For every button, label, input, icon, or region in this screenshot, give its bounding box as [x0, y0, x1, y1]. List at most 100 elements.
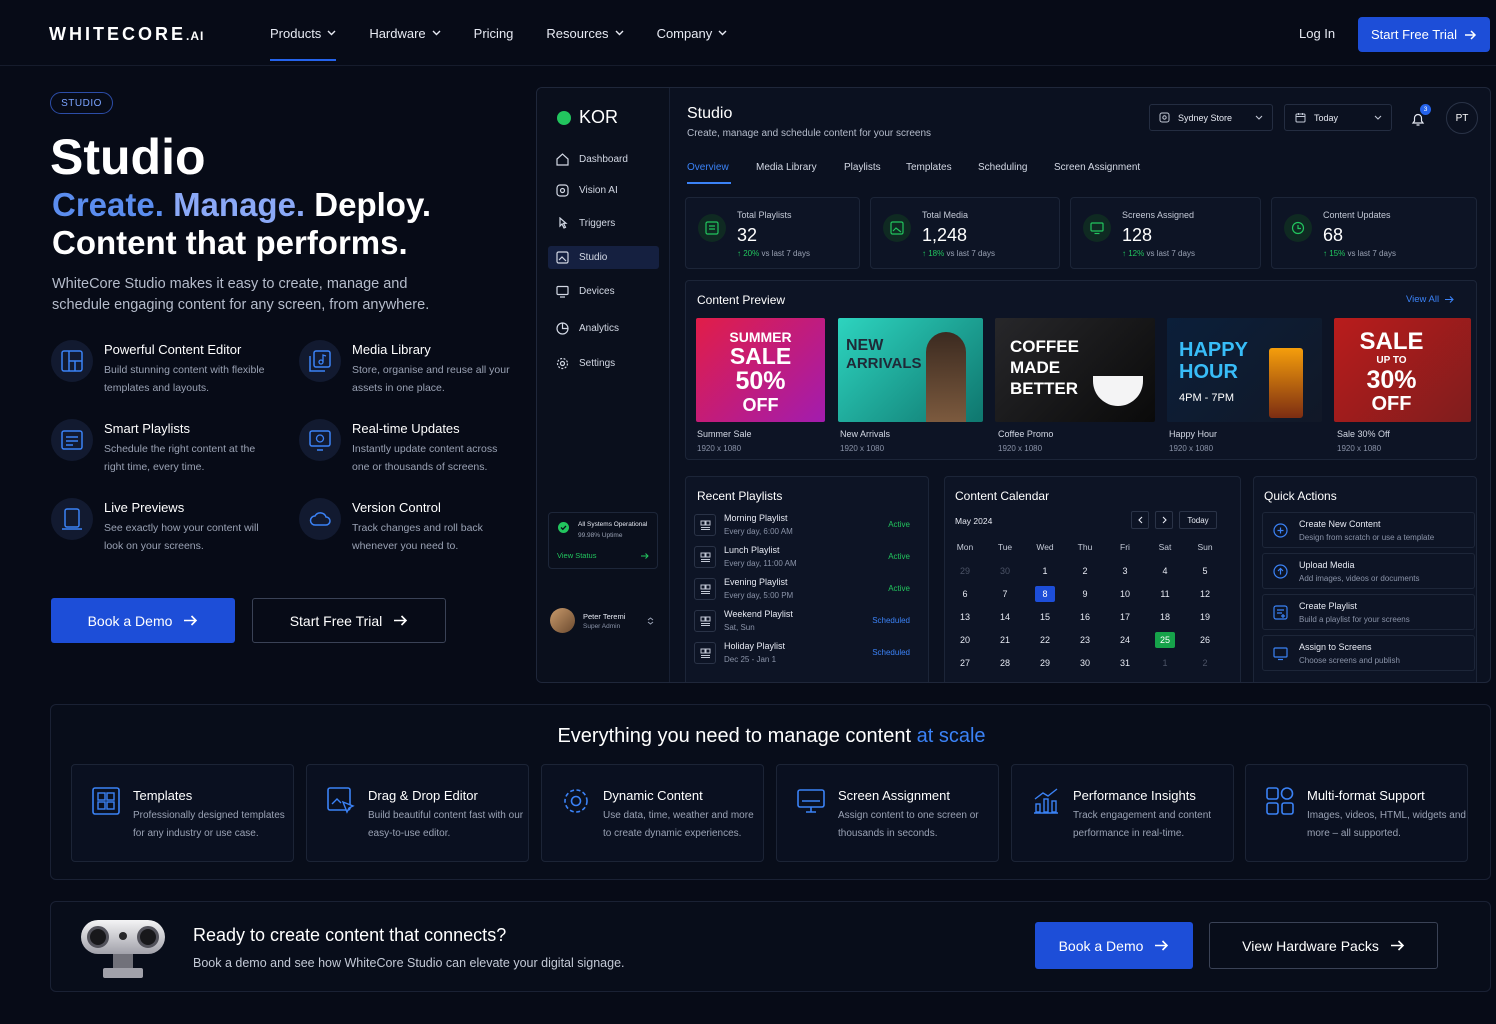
calendar-day[interactable]: 19: [1195, 609, 1215, 625]
calendar-day[interactable]: 16: [1075, 609, 1095, 625]
thumbnail-coffee-promo[interactable]: COFFEE MADE BETTER: [995, 318, 1155, 422]
calendar-month: May 2024: [955, 516, 993, 526]
tab-playlists[interactable]: Playlists: [844, 162, 881, 173]
calendar-day[interactable]: 18: [1155, 609, 1175, 625]
calendar-day[interactable]: 2: [1075, 563, 1095, 579]
user-initials-avatar[interactable]: PT: [1446, 102, 1478, 134]
calendar-icon: [1295, 113, 1306, 123]
calendar-day[interactable]: 31: [1115, 655, 1135, 671]
quick-action-upload-media[interactable]: Upload Media Add images, videos or docum…: [1262, 553, 1475, 589]
top-nav: WHITECORE.AI Products Hardware Pricing R…: [0, 0, 1496, 66]
tab-screen-assignment[interactable]: Screen Assignment: [1054, 162, 1140, 173]
chevron-expand-icon: [648, 616, 654, 625]
hero-title: Studio: [50, 129, 206, 185]
sidebar-item-vision-ai[interactable]: Vision AI: [548, 179, 659, 202]
feature-card-templates: Templates Professionally designed templa…: [71, 764, 294, 862]
feature-card-performance: Performance Insights Track engagement an…: [1011, 764, 1234, 862]
calendar-day[interactable]: 29: [1035, 655, 1055, 671]
notifications-button[interactable]: 3: [1402, 104, 1433, 135]
tab-media-library[interactable]: Media Library: [756, 162, 817, 173]
kor-logo-icon: [557, 110, 571, 125]
quick-action-create-content[interactable]: Create New Content Design from scratch o…: [1262, 512, 1475, 548]
calendar-day[interactable]: 20: [955, 632, 975, 648]
calendar-day[interactable]: 8: [1035, 586, 1055, 602]
sidebar-item-dashboard[interactable]: Dashboard: [548, 148, 659, 171]
calendar-day[interactable]: 1: [1035, 563, 1055, 579]
calendar-day[interactable]: 23: [1075, 632, 1095, 648]
playlist-row[interactable]: Weekend Playlist Sat, Sun Scheduled: [694, 607, 918, 635]
nav-products[interactable]: Products: [270, 0, 337, 66]
gear-icon: [564, 789, 588, 813]
view-hardware-packs-button[interactable]: View Hardware Packs: [1209, 922, 1438, 969]
calendar-day[interactable]: 1: [1155, 655, 1175, 671]
store-select[interactable]: Sydney Store: [1149, 104, 1273, 131]
calendar-day[interactable]: 12: [1195, 586, 1215, 602]
sidebar-item-triggers[interactable]: Triggers: [548, 212, 659, 235]
view-status-link[interactable]: View Status: [557, 551, 596, 560]
cta-title: Ready to create content that connects?: [193, 925, 507, 945]
calendar-day[interactable]: 24: [1115, 632, 1135, 648]
playlist-row[interactable]: Morning Playlist Every day, 6:00 AM Acti…: [694, 511, 918, 539]
book-demo-button[interactable]: Book a Demo: [51, 598, 235, 643]
calendar-day[interactable]: 29: [955, 563, 975, 579]
calendar-day[interactable]: 4: [1155, 563, 1175, 579]
calendar-day[interactable]: 22: [1035, 632, 1055, 648]
calendar-day[interactable]: 14: [995, 609, 1015, 625]
calendar-day[interactable]: 2: [1195, 655, 1215, 671]
calendar-day[interactable]: 11: [1155, 586, 1175, 602]
playlist-row[interactable]: Holiday Playlist Dec 25 - Jan 1 Schedule…: [694, 639, 918, 667]
quick-action-assign-screens[interactable]: Assign to Screens Choose screens and pub…: [1262, 635, 1475, 671]
cta-book-demo-button[interactable]: Book a Demo: [1035, 922, 1193, 969]
system-status-card: All Systems Operational 99.98% Uptime Vi…: [548, 512, 658, 569]
feature-card-drag-drop: Drag & Drop Editor Build beautiful conte…: [306, 764, 529, 862]
multi-format-icon: [1266, 787, 1294, 815]
quick-action-create-playlist[interactable]: Create Playlist Build a playlist for you…: [1262, 594, 1475, 630]
calendar-day[interactable]: 26: [1195, 632, 1215, 648]
calendar-day[interactable]: 27: [955, 655, 975, 671]
calendar-day[interactable]: 21: [995, 632, 1015, 648]
nav-pricing[interactable]: Pricing: [474, 0, 514, 66]
thumbnail-happy-hour[interactable]: HAPPY HOUR 4PM - 7PM: [1167, 318, 1322, 422]
logo[interactable]: WHITECORE.AI: [49, 24, 204, 45]
nav-hardware[interactable]: Hardware: [369, 0, 441, 66]
playlist-row[interactable]: Lunch Playlist Every day, 11:00 AM Activ…: [694, 543, 918, 571]
tab-templates[interactable]: Templates: [906, 162, 952, 173]
calendar-today-button[interactable]: Today: [1179, 511, 1217, 529]
thumbnail-sale-30[interactable]: SALE UP TO 30% OFF: [1334, 318, 1471, 422]
calendar-day[interactable]: 3: [1115, 563, 1135, 579]
calendar-day[interactable]: 6: [955, 586, 975, 602]
calendar-day[interactable]: 30: [995, 563, 1015, 579]
sidebar-item-studio[interactable]: Studio: [548, 246, 659, 269]
calendar-day[interactable]: 30: [1075, 655, 1095, 671]
sidebar-item-analytics[interactable]: Analytics: [548, 317, 659, 340]
sidebar-item-settings[interactable]: Settings: [548, 352, 659, 375]
calendar-day-header: Wed: [1036, 542, 1054, 552]
sidebar-item-devices[interactable]: Devices: [548, 280, 659, 303]
start-trial-button[interactable]: Start Free Trial: [1358, 17, 1490, 52]
login-link[interactable]: Log In: [1299, 26, 1335, 41]
playlist-row[interactable]: Evening Playlist Every day, 5:00 PM Acti…: [694, 575, 918, 603]
tab-scheduling[interactable]: Scheduling: [978, 162, 1027, 173]
thumbnail-summer-sale[interactable]: SUMMER SALE 50% OFF: [696, 318, 825, 422]
calendar-day[interactable]: 9: [1075, 586, 1095, 602]
start-free-trial-button[interactable]: Start Free Trial: [252, 598, 446, 643]
calendar-day[interactable]: 10: [1115, 586, 1135, 602]
thumbnail-new-arrivals[interactable]: NEW ARRIVALS: [838, 318, 983, 422]
date-select[interactable]: Today: [1284, 104, 1392, 131]
calendar-day[interactable]: 28: [995, 655, 1015, 671]
drink-glass-figure: [1269, 348, 1303, 418]
calendar-next-button[interactable]: [1155, 511, 1173, 529]
view-all-link[interactable]: View All: [1406, 294, 1454, 305]
calendar-day[interactable]: 5: [1195, 563, 1215, 579]
nav-company[interactable]: Company: [657, 0, 728, 66]
calendar-day[interactable]: 7: [995, 586, 1015, 602]
calendar-day[interactable]: 17: [1115, 609, 1135, 625]
calendar-day[interactable]: 25: [1155, 632, 1175, 648]
media-icon: [883, 214, 911, 242]
calendar-prev-button[interactable]: [1131, 511, 1149, 529]
tab-overview[interactable]: Overview: [687, 162, 729, 173]
calendar-day[interactable]: 13: [955, 609, 975, 625]
calendar-day[interactable]: 15: [1035, 609, 1055, 625]
user-profile[interactable]: Peter Teremi Super Admin: [550, 608, 654, 633]
nav-resources[interactable]: Resources: [546, 0, 624, 66]
